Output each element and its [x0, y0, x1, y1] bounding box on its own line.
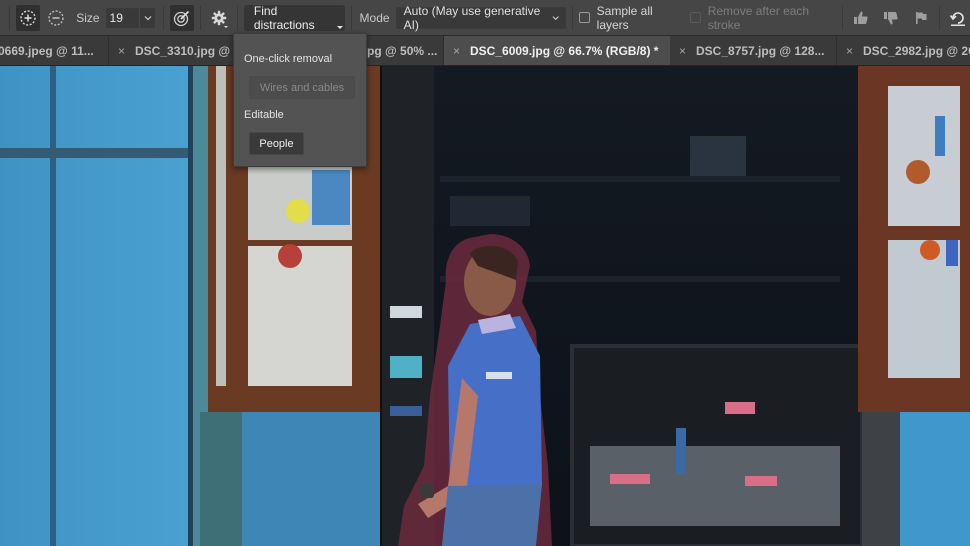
- remove-after-stroke-option[interactable]: Remove after each stroke: [690, 4, 834, 32]
- document-canvas[interactable]: [0, 66, 970, 546]
- find-distractions-button[interactable]: Find distractions: [243, 3, 345, 32]
- chevron-down-icon: [552, 15, 559, 20]
- hanging-item: [935, 116, 945, 156]
- sample-all-layers-checkbox[interactable]: [579, 12, 590, 23]
- document-tabs: 0669.jpeg @ 11... × DSC_3310.jpg @ pg @ …: [0, 36, 970, 66]
- reset-icon: [949, 11, 965, 26]
- close-icon[interactable]: ×: [453, 44, 460, 58]
- door-seam: [188, 66, 193, 546]
- shelf-item: [390, 406, 422, 416]
- hanging-item: [946, 240, 958, 266]
- circle-minus-dashed-icon: [48, 9, 64, 26]
- mode-label: Mode: [359, 10, 390, 25]
- dim-box: [450, 196, 530, 226]
- product-label: [745, 476, 777, 486]
- photo-shopfront: [0, 66, 970, 546]
- hanging-item: [906, 160, 930, 184]
- door-bar: [0, 148, 200, 158]
- subtract-from-selection-button[interactable]: [44, 5, 68, 31]
- toolbar-divider: [939, 5, 940, 30]
- thumbs-up-button[interactable]: [849, 5, 873, 31]
- close-icon[interactable]: ×: [118, 44, 125, 58]
- size-dropdown-button[interactable]: [140, 7, 156, 28]
- people-button[interactable]: People: [249, 132, 304, 155]
- tab-document[interactable]: × DSC_3310.jpg @: [109, 36, 233, 65]
- toolbar-divider: [9, 5, 11, 30]
- close-icon[interactable]: ×: [846, 44, 853, 58]
- tab-label: pg @ 50% ...: [367, 44, 438, 58]
- product-label: [610, 474, 650, 484]
- shelf-column: [862, 412, 900, 546]
- wires-and-cables-button[interactable]: Wires and cables: [249, 76, 355, 99]
- shelf-row: [440, 176, 840, 182]
- tab-label: DSC_3310.jpg @: [135, 44, 231, 58]
- product-box: [312, 170, 350, 225]
- find-distractions-label: Find distractions: [253, 3, 315, 32]
- door-rust: [200, 412, 242, 546]
- remove-after-stroke-label: Remove after each stroke: [707, 3, 810, 32]
- window-pane-side: [216, 66, 226, 386]
- sample-all-layers-label: Sample all layers: [596, 3, 653, 32]
- options-bar: Size 19 Find distractions Mode Auto (May…: [0, 0, 970, 36]
- pressure-size-button[interactable]: [170, 4, 195, 31]
- find-distractions-popover: One-click removal Wires and cables Edita…: [233, 33, 367, 167]
- tab-document[interactable]: × DSC_8757.jpg @ 128...: [670, 36, 836, 65]
- bottle: [676, 428, 686, 474]
- dim-box: [690, 136, 746, 176]
- toolbar-divider: [350, 5, 352, 30]
- tab-label: 0669.jpeg @ 11...: [0, 44, 94, 58]
- thumbs-down-icon: [883, 11, 898, 24]
- door-seam: [50, 66, 56, 546]
- sample-all-layers-option[interactable]: Sample all layers: [579, 4, 680, 32]
- add-to-selection-button[interactable]: [16, 4, 41, 31]
- window-pane: [248, 246, 352, 386]
- blue-door-right: [900, 412, 970, 546]
- tab-label: DSC_8757.jpg @ 128...: [696, 44, 825, 58]
- tab-document[interactable]: 0669.jpeg @ 11...: [0, 36, 108, 65]
- cabinet-glass: [590, 446, 840, 526]
- close-icon[interactable]: ×: [679, 44, 686, 58]
- toolbar-divider: [200, 5, 201, 30]
- toolbar-divider: [842, 5, 843, 30]
- shelf-item: [390, 356, 422, 378]
- remove-after-stroke-checkbox[interactable]: [690, 12, 701, 23]
- person-watch: [420, 484, 434, 498]
- hanging-item: [278, 244, 302, 268]
- tab-document[interactable]: × DSC_2982.jpg @ 20: [837, 36, 970, 65]
- blue-door-lower: [240, 412, 380, 546]
- size-label: Size: [76, 10, 100, 25]
- dropdown-indicator-icon: [336, 25, 343, 29]
- chevron-down-icon: [144, 15, 152, 20]
- report-button[interactable]: [909, 5, 933, 31]
- sticker: [286, 199, 310, 223]
- one-click-removal-heading: One-click removal: [244, 53, 333, 65]
- tab-document-active[interactable]: × DSC_6009.jpg @ 66.7% (RGB/8) *: [444, 36, 670, 65]
- size-input[interactable]: 19: [105, 7, 140, 28]
- gear-icon: [211, 10, 227, 25]
- tab-document[interactable]: pg @ 50% ...: [367, 36, 443, 65]
- sleeve-logo: [486, 372, 512, 379]
- reset-button[interactable]: [946, 5, 970, 31]
- mode-select[interactable]: Auto (May use generative AI): [395, 3, 567, 32]
- thumbs-up-icon: [853, 11, 868, 24]
- tab-label: DSC_2982.jpg @ 20: [863, 44, 970, 58]
- stylus-pressure-icon: [173, 10, 190, 26]
- dropdown-indicator-icon: [223, 25, 228, 28]
- thumbs-down-button[interactable]: [879, 5, 903, 31]
- circle-plus-dashed-icon: [20, 9, 36, 26]
- window-pane: [888, 86, 960, 226]
- settings-button[interactable]: [207, 5, 231, 31]
- person-jeans: [442, 484, 542, 546]
- toolbar-divider: [163, 5, 165, 30]
- editable-heading: Editable: [244, 109, 284, 121]
- product-label: [725, 402, 755, 414]
- tab-label: DSC_6009.jpg @ 66.7% (RGB/8) *: [470, 44, 659, 58]
- shelf-item: [390, 306, 422, 318]
- blue-door-left: [0, 66, 200, 546]
- flag-icon: [915, 11, 927, 24]
- toolbar-divider: [236, 5, 238, 30]
- hanging-item: [920, 240, 940, 260]
- toolbar-divider: [572, 5, 574, 30]
- mode-value: Auto (May use generative AI): [403, 3, 541, 32]
